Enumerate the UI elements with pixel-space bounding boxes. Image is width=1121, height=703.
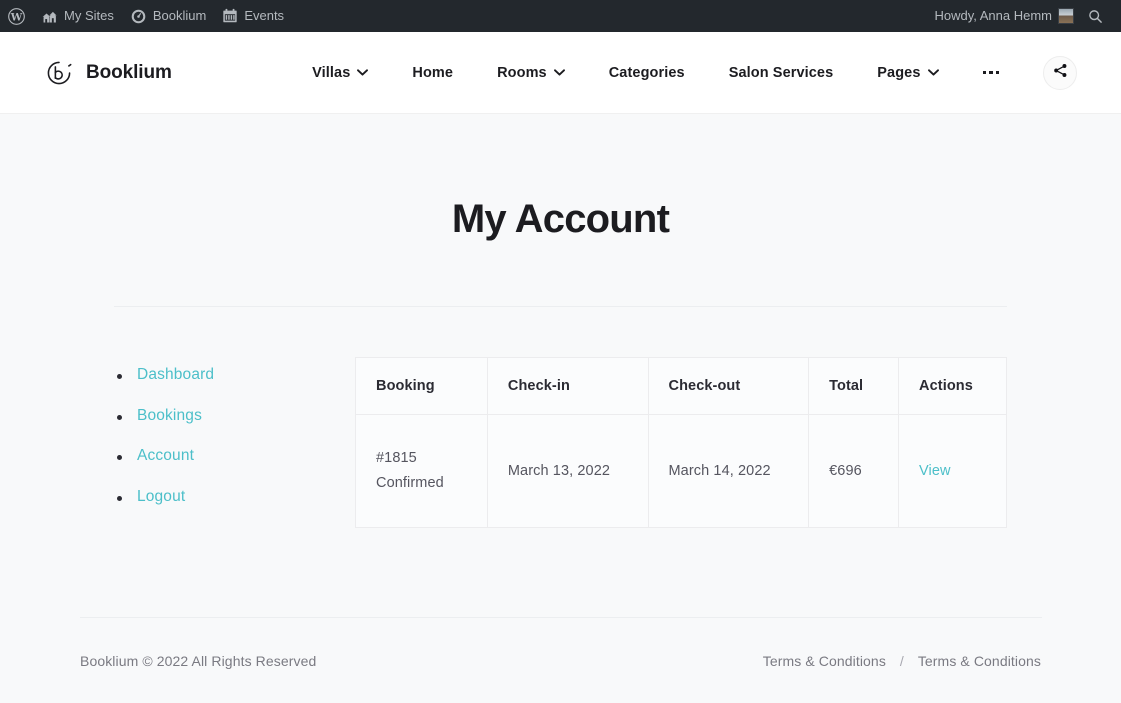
admin-bar-left-group: W My Sites Booklium Events: [0, 0, 292, 32]
more-horizontal-icon[interactable]: [961, 70, 1022, 75]
cell-checkout: March 14, 2022: [647, 414, 810, 528]
nav-item-rooms[interactable]: Rooms: [475, 65, 587, 81]
column-header-checkin: Check-in: [486, 357, 649, 415]
table-header-row: Booking Check-in Check-out Total Actions: [355, 357, 1007, 415]
more-dot: [989, 70, 993, 75]
share-icon: [1053, 63, 1068, 83]
nav-item-home[interactable]: Home: [390, 65, 475, 81]
calendar-icon: [222, 8, 238, 24]
account-nav-label: Dashboard: [137, 366, 215, 383]
cell-booking: #1815 Confirmed: [355, 414, 488, 528]
status-badge: Confirmed: [376, 475, 444, 491]
account-content: Dashboard Bookings Account Logout Bookin…: [114, 307, 1007, 528]
site-logo-link[interactable]: Booklium: [46, 60, 172, 86]
page-body: My Account Dashboard Bookings Account Lo…: [0, 114, 1121, 703]
column-header-booking: Booking: [355, 357, 488, 415]
nav-label-pages: Pages: [877, 64, 921, 81]
avatar: [1058, 8, 1074, 24]
chevron-down-icon: [553, 69, 565, 76]
nav-item-categories[interactable]: Categories: [587, 65, 707, 81]
admin-bar-item-booklium[interactable]: Booklium: [122, 0, 214, 32]
cell-checkin: March 13, 2022: [486, 414, 649, 528]
svg-text:W: W: [10, 11, 23, 23]
account-nav-item-dashboard[interactable]: Dashboard: [114, 366, 355, 384]
search-icon: [1088, 9, 1103, 24]
bookings-table-body: #1815 Confirmed March 13, 2022 March 14,…: [355, 414, 1007, 528]
footer-links: Terms & Conditions / Terms & Conditions: [763, 653, 1041, 669]
admin-bar-search-button[interactable]: [1082, 0, 1113, 32]
footer-link-terms-2[interactable]: Terms & Conditions: [918, 653, 1041, 669]
nav-label-home: Home: [412, 64, 454, 81]
account-nav-label: Bookings: [137, 406, 202, 424]
footer-inner: Booklium © 2022 All Rights Reserved Term…: [0, 618, 1121, 703]
account-nav-item-account[interactable]: Account: [114, 447, 355, 465]
wp-admin-bar: W My Sites Booklium Events Howdy, Anna H…: [0, 0, 1121, 32]
howdy-greeting: Howdy, Anna Hemm: [934, 8, 1052, 23]
more-dot: [982, 70, 986, 75]
nav-item-salon-services[interactable]: Salon Services: [707, 65, 856, 81]
admin-bar-item-events[interactable]: Events: [214, 0, 292, 32]
bookings-table-head: Booking Check-in Check-out Total Actions: [355, 357, 1007, 415]
account-navigation: Dashboard Bookings Account Logout: [114, 357, 355, 528]
chevron-down-icon: [927, 69, 939, 76]
nav-label-villas: Villas: [312, 64, 351, 81]
page-title: My Account: [451, 197, 670, 241]
admin-bar-label-my-sites: My Sites: [64, 8, 114, 23]
view-booking-link[interactable]: View: [919, 463, 951, 479]
dashboard-speedometer-icon: [130, 8, 147, 25]
admin-bar-right-group: Howdy, Anna Hemm: [926, 0, 1121, 32]
admin-bar-label-booklium: Booklium: [152, 8, 207, 23]
share-button[interactable]: [1043, 55, 1077, 90]
more-dot: [995, 70, 999, 75]
my-sites-icon: [41, 9, 58, 24]
wordpress-logo-icon: W: [8, 7, 25, 25]
footer-copyright: Booklium © 2022 All Rights Reserved: [80, 652, 317, 669]
admin-bar-my-account[interactable]: Howdy, Anna Hemm: [926, 0, 1082, 32]
account-nav-label: Account: [137, 447, 195, 464]
account-nav-label: Logout: [137, 487, 186, 505]
footer-link-separator: /: [899, 652, 904, 669]
booking-id: #1815: [376, 450, 417, 467]
nav-item-pages[interactable]: Pages: [855, 65, 960, 81]
cell-actions: View: [898, 414, 1007, 528]
nav-item-villas[interactable]: Villas: [290, 65, 390, 81]
wp-logo-menu[interactable]: W: [0, 0, 33, 32]
account-nav-item-bookings[interactable]: Bookings: [114, 407, 355, 425]
column-header-actions: Actions: [898, 357, 1007, 415]
booklium-logo-icon: [46, 60, 72, 86]
nav-label-categories: Categories: [608, 64, 685, 81]
column-header-checkout: Check-out: [647, 357, 810, 415]
column-header-total: Total: [808, 357, 900, 415]
bookings-table: Booking Check-in Check-out Total Actions…: [355, 357, 1007, 528]
nav-label-salon-services: Salon Services: [728, 64, 834, 81]
chevron-down-icon: [357, 69, 369, 76]
table-row: #1815 Confirmed March 13, 2022 March 14,…: [355, 414, 1007, 528]
footer-link-terms-1[interactable]: Terms & Conditions: [763, 653, 886, 669]
site-title: Booklium: [86, 61, 172, 83]
nav-label-rooms: Rooms: [497, 64, 547, 81]
site-header: Booklium Villas Home Rooms Categories Sa…: [0, 32, 1121, 114]
admin-bar-item-my-sites[interactable]: My Sites: [33, 0, 122, 32]
admin-bar-label-events: Events: [244, 8, 285, 23]
site-footer: Booklium © 2022 All Rights Reserved Term…: [0, 617, 1121, 703]
cell-total: €696: [808, 414, 900, 528]
main-navigation: Villas Home Rooms Categories Salon Servi…: [290, 55, 1077, 90]
account-nav-item-logout[interactable]: Logout: [114, 488, 355, 506]
